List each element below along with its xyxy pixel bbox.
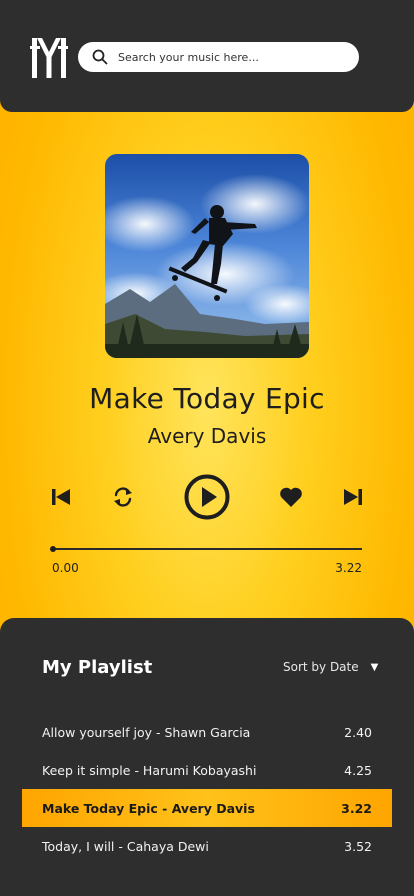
dropdown-arrow-icon: ▼ (370, 661, 379, 673)
track-name: Make Today Epic - Avery Davis (42, 800, 255, 816)
track-name: Keep it simple - Harumi Kobayashi (42, 762, 257, 778)
favorite-button[interactable] (276, 482, 306, 512)
search-bar[interactable] (78, 42, 359, 72)
progress-bar[interactable] (50, 546, 362, 552)
repeat-button[interactable] (108, 482, 138, 512)
sort-label: Sort by Date (283, 660, 359, 674)
track-duration: 3.22 (341, 800, 372, 816)
current-time: 0.00 (52, 561, 79, 575)
total-time: 3.22 (335, 561, 362, 575)
track-duration: 3.52 (344, 838, 372, 854)
track-duration: 2.40 (344, 724, 372, 740)
playlist-title: My Playlist (42, 657, 153, 678)
heart-icon (280, 487, 302, 507)
skip-previous-icon (52, 489, 70, 505)
playlist-track[interactable]: Today, I will - Cahaya Dewi 3.52 (22, 827, 392, 865)
progress-handle[interactable] (50, 546, 56, 552)
track-name: Allow yourself joy - Shawn Garcia (42, 724, 251, 740)
album-art (105, 154, 309, 358)
track-duration: 4.25 (344, 762, 372, 778)
play-button[interactable] (183, 473, 231, 521)
next-button[interactable] (338, 482, 368, 512)
playlist-track[interactable]: Allow yourself joy - Shawn Garcia 2.40 (22, 713, 392, 751)
playlist-track-active[interactable]: Make Today Epic - Avery Davis 3.22 (22, 789, 392, 827)
playlist-panel: My Playlist Sort by Date ▼ Allow yoursel… (0, 618, 414, 896)
playlist-track[interactable]: Keep it simple - Harumi Kobayashi 4.25 (22, 751, 392, 789)
repeat-icon (114, 487, 132, 507)
search-icon (92, 49, 108, 65)
search-input[interactable] (118, 50, 338, 64)
song-title: Make Today Epic (89, 382, 325, 415)
song-artist: Avery Davis (147, 424, 267, 448)
previous-button[interactable] (46, 482, 76, 512)
app-logo[interactable] (30, 32, 68, 80)
track-name: Today, I will - Cahaya Dewi (42, 838, 209, 854)
header (0, 0, 414, 112)
play-icon (184, 474, 230, 520)
sort-dropdown[interactable]: Sort by Date ▼ (283, 660, 378, 674)
skip-next-icon (344, 489, 362, 505)
